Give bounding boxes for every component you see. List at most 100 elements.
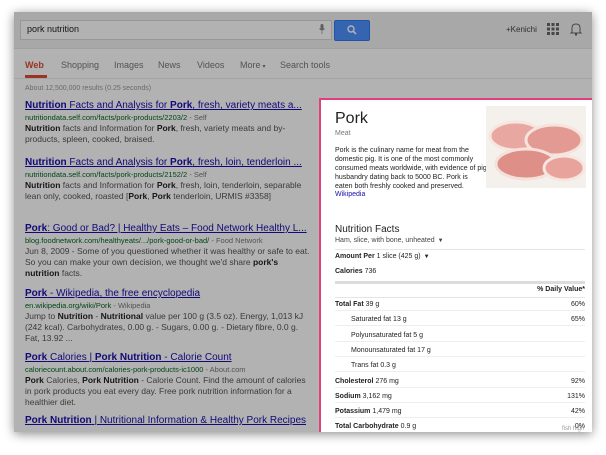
divider — [335, 325, 585, 327]
nutrient-label: Trans fat 0.3 g — [351, 362, 396, 369]
divider — [335, 371, 585, 373]
mic-icon[interactable] — [319, 24, 325, 34]
nutrient-amount: 0.9 g — [400, 423, 417, 431]
panel-title: Pork — [335, 110, 368, 127]
nutrient-row: Total Carbohydrate 0.9 g 0% — [335, 421, 585, 432]
divider — [335, 355, 585, 357]
nutrient-amount: 1,479 mg — [372, 408, 402, 416]
result-stats: About 12,500,000 results (0.25 seconds) — [25, 85, 152, 92]
nutrient-row: Potassium 1,479 mg 42% — [335, 406, 585, 419]
result-title[interactable]: Pork - Wikipedia, the free encyclopedia — [25, 288, 313, 299]
nutrient-daily-value: 131% — [567, 392, 585, 400]
nutrient-amount: 3,162 mg — [362, 392, 392, 400]
nutrient-label: Polyunsaturated fat 5 g — [351, 332, 423, 339]
search-icon — [347, 25, 357, 35]
nutrient-label: Cholesterol 276 mg — [335, 378, 399, 385]
nutrient-amount: 5 g — [413, 331, 424, 339]
nutrient-row: Polyunsaturated fat 5 g — [335, 330, 585, 342]
tab-more[interactable]: More ▾ — [240, 60, 266, 70]
nutrition-facts-title: Nutrition Facts — [335, 224, 400, 235]
search-nav: Web Shopping Images News Videos More ▾ Se… — [14, 48, 592, 79]
chevron-down-icon: ▾ — [262, 64, 266, 70]
nutrient-label: Potassium 1,479 mg — [335, 408, 402, 415]
calories-value: 736 — [364, 268, 377, 275]
result-title[interactable]: Nutrition Facts and Analysis for Pork, f… — [25, 157, 313, 168]
tab-search-tools[interactable]: Search tools — [280, 60, 330, 70]
wikipedia-link[interactable]: Wikipedia — [335, 191, 365, 198]
nutrient-name: Sodium — [335, 392, 361, 400]
search-query[interactable]: pork nutrition — [27, 24, 79, 34]
nutrient-label: Total Fat 39 g — [335, 301, 379, 308]
caret-down-icon: ▼ — [423, 254, 430, 260]
result-url: caloriecount.about.com/calories-pork-pro… — [25, 365, 246, 374]
nutrient-name: Trans fat — [351, 362, 379, 370]
result-title[interactable]: Nutrition Facts and Analysis for Pork, f… — [25, 100, 313, 111]
search-result: Pork Nutrition | Nutritional Information… — [25, 415, 313, 426]
result-snippet: Nutrition facts and Information for Pork… — [25, 123, 286, 144]
daily-value-header: % Daily Value* — [335, 284, 585, 296]
nutrient-name: Total Carbohydrate — [335, 423, 399, 431]
result-title[interactable]: Pork: Good or Bad? | Healthy Eats – Food… — [25, 223, 313, 234]
nutrient-row: Sodium 3,162 mg 131% — [335, 391, 585, 403]
panel-subtitle: Meat — [335, 130, 351, 137]
nutrient-name: Saturated fat — [351, 316, 392, 324]
nutrient-daily-value: 65% — [570, 316, 585, 324]
search-result: Nutrition Facts and Analysis for Pork, f… — [25, 100, 313, 145]
nutrient-daily-value: 92% — [570, 377, 585, 385]
nutrient-name: Total Fat — [335, 301, 364, 308]
divider — [335, 249, 585, 250]
result-url: en.wikipedia.org/wiki/Pork - Wikipedia — [25, 301, 151, 310]
tab-web[interactable]: Web — [25, 60, 44, 70]
result-snippet: Nutrition facts and Information for Pork… — [25, 180, 302, 201]
divider — [335, 417, 585, 419]
result-url: nutritiondata.self.com/facts/pork-produc… — [25, 170, 207, 179]
nutrient-amount: 17 g — [417, 346, 431, 354]
nutrient-label: Saturated fat 13 g — [351, 316, 407, 323]
search-result: Nutrition Facts and Analysis for Pork, f… — [25, 157, 313, 202]
nutrient-row: Trans fat 0.3 g — [335, 360, 585, 373]
nutrient-label: Monounsaturated fat 17 g — [351, 347, 431, 354]
pork-image[interactable] — [486, 106, 586, 188]
divider — [335, 401, 585, 403]
amount-per-value: 1 slice (425 g) — [376, 253, 421, 260]
result-title[interactable]: Pork Calories | Pork Nutrition - Calorie… — [25, 352, 313, 363]
result-snippet: Jun 8, 2009 - Some of you questioned whe… — [25, 246, 310, 278]
nutrient-name: Potassium — [335, 408, 371, 416]
tab-more-label: More — [240, 60, 261, 70]
result-snippet: Pork Calories, Pork Nutrition - Calorie … — [25, 375, 306, 407]
divider — [335, 310, 585, 311]
search-result: Pork Calories | Pork Nutrition - Calorie… — [25, 352, 313, 408]
amount-per-row[interactable]: Amount Per 1 slice (425 g) ▼ — [335, 251, 585, 263]
nutrient-row: Cholesterol 276 mg 92% — [335, 376, 585, 388]
nutrient-row: Saturated fat 13 g 65% — [335, 314, 585, 327]
active-tab-indicator — [25, 75, 47, 78]
tab-shopping[interactable]: Shopping — [61, 60, 99, 70]
search-input[interactable]: pork nutrition — [20, 20, 332, 40]
nutrient-daily-value: 60% — [570, 301, 585, 308]
nutrient-name: Monounsaturated fat — [351, 346, 416, 354]
tab-images[interactable]: Images — [114, 60, 144, 70]
caret-down-icon: ▼ — [437, 238, 444, 244]
divider — [335, 386, 585, 388]
tab-videos[interactable]: Videos — [197, 60, 224, 70]
serving-select[interactable]: Ham, slice, with bone, unheated ▼ — [335, 237, 444, 244]
overflow-text: fish high — [562, 426, 585, 432]
serving-label: Ham, slice, with bone, unheated — [335, 237, 435, 244]
result-snippet: Jump to Nutrition - Nutritional value pe… — [25, 311, 304, 343]
top-bar: pork nutrition +Kenichi — [14, 12, 592, 49]
bell-icon[interactable] — [570, 22, 582, 36]
nutrient-amount: 0.3 g — [380, 362, 396, 370]
calories-row: Calories 736 — [335, 266, 585, 278]
nutrient-label: Total Carbohydrate 0.9 g — [335, 423, 416, 430]
nutrient-amount: 276 mg — [375, 377, 399, 385]
apps-grid-icon[interactable] — [547, 23, 559, 35]
divider — [335, 340, 585, 342]
search-button[interactable] — [334, 20, 370, 41]
user-link[interactable]: +Kenichi — [506, 25, 537, 34]
nutrient-row: Monounsaturated fat 17 g — [335, 345, 585, 357]
nutrient-amount: 39 g — [365, 301, 380, 308]
result-title[interactable]: Pork Nutrition | Nutritional Information… — [25, 415, 313, 426]
nutrient-name: Cholesterol — [335, 377, 374, 385]
tab-news[interactable]: News — [158, 60, 181, 70]
nutrient-row: Total Fat 39 g 60% — [335, 299, 585, 311]
